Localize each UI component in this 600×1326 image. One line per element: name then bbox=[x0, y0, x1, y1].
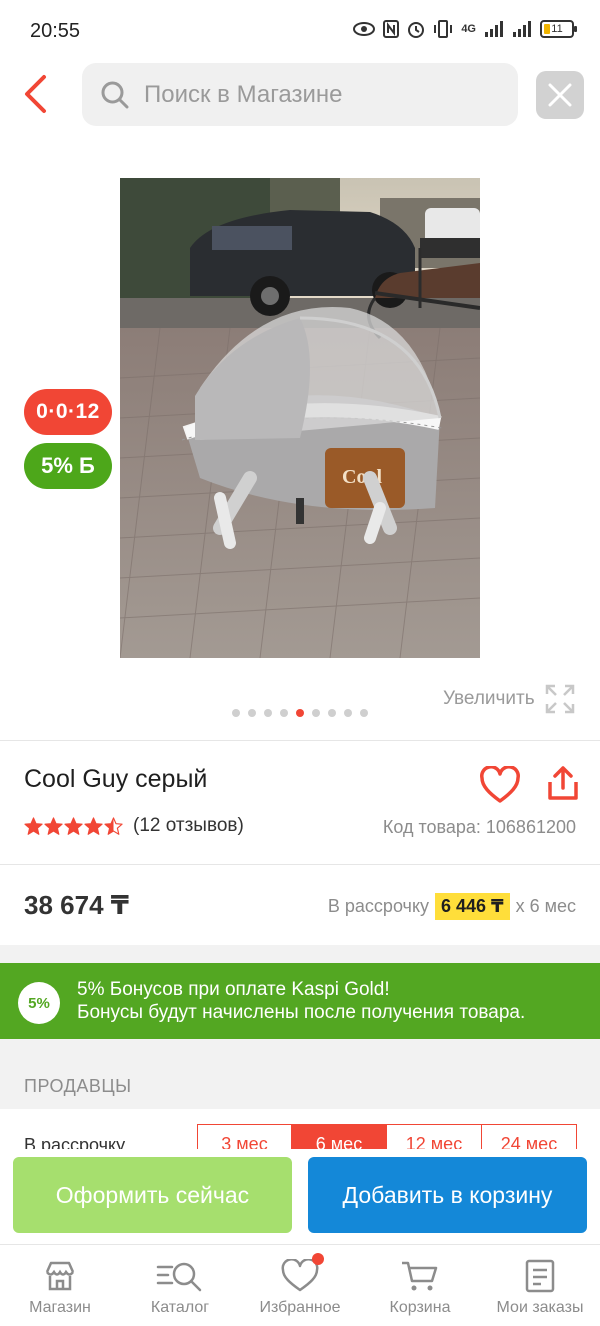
star-icon bbox=[64, 816, 83, 835]
reviews-link[interactable]: (12 отзывов) bbox=[133, 815, 244, 837]
product-page: 20:55 4G 11 Поиск в Магазине Cool 0·0·12… bbox=[0, 0, 600, 1326]
installment-tab[interactable]: 12 мес bbox=[387, 1124, 482, 1149]
orders-icon bbox=[525, 1259, 555, 1293]
bonus-badge: 5% Б bbox=[24, 443, 112, 489]
product-title: Cool Guy серый bbox=[24, 765, 208, 793]
shop-icon bbox=[45, 1261, 75, 1291]
bassinet-photo: Cool bbox=[120, 178, 480, 658]
buy-now-button[interactable]: Оформить сейчас bbox=[13, 1157, 292, 1233]
alarm-icon bbox=[408, 22, 425, 38]
pagination-dot[interactable] bbox=[328, 709, 336, 717]
installment-suffix: х 6 мес bbox=[515, 896, 576, 916]
bonus-banner: 5% 5% Бонусов при оплате Kaspi Gold! Бон… bbox=[0, 963, 600, 1039]
star-icon bbox=[24, 816, 43, 835]
star-icon bbox=[104, 816, 123, 835]
pagination-dot[interactable] bbox=[360, 709, 368, 717]
star-icon bbox=[44, 816, 63, 835]
signal-icon-2 bbox=[513, 21, 531, 37]
divider bbox=[0, 864, 600, 865]
nav-item-orders[interactable]: Мои заказы bbox=[480, 1245, 600, 1326]
search-input[interactable] bbox=[144, 80, 484, 109]
back-button[interactable] bbox=[18, 72, 58, 116]
installment-prefix: В рассрочку bbox=[327, 896, 430, 916]
status-time: 20:55 bbox=[30, 20, 81, 42]
pagination-dot[interactable] bbox=[280, 709, 288, 717]
action-bar: Оформить сейчас Добавить в корзину bbox=[0, 1150, 600, 1244]
installment-selector: В рассрочку 3 мес 6 мес 12 мес 24 мес bbox=[0, 1109, 600, 1149]
notification-dot bbox=[312, 1253, 324, 1265]
gallery-pagination[interactable] bbox=[232, 709, 368, 717]
installment-badge: 0·0·12 bbox=[24, 389, 112, 435]
battery-icon: 11 bbox=[540, 20, 577, 38]
search-icon bbox=[101, 81, 129, 108]
rating-stars bbox=[24, 816, 123, 836]
installment-tabs: 3 мес 6 мес 12 мес 24 мес bbox=[197, 1124, 577, 1149]
installment-tab[interactable]: 6 мес bbox=[292, 1124, 387, 1149]
nav-item-cart[interactable]: Корзина bbox=[360, 1245, 480, 1326]
eye-icon bbox=[353, 22, 376, 36]
network-type: 4G bbox=[461, 23, 476, 35]
sellers-header: ПРОДАВЦЫ bbox=[0, 1039, 600, 1109]
pagination-dot[interactable] bbox=[312, 709, 320, 717]
pagination-dot[interactable] bbox=[296, 709, 304, 717]
installment-amount: 6 446 ₸ bbox=[435, 893, 510, 920]
product-image[interactable]: Cool bbox=[120, 178, 480, 658]
nav-label: Каталог bbox=[150, 1299, 210, 1316]
vibrate-icon bbox=[434, 20, 453, 38]
nav-item-shop[interactable]: Магазин bbox=[0, 1245, 120, 1326]
favorite-button[interactable] bbox=[479, 765, 521, 809]
star-icon bbox=[84, 816, 103, 835]
share-button[interactable] bbox=[546, 764, 580, 807]
section-gap bbox=[0, 945, 600, 963]
pagination-dot[interactable] bbox=[264, 709, 272, 717]
pagination-dot[interactable] bbox=[344, 709, 352, 717]
close-button[interactable] bbox=[536, 71, 584, 119]
nav-label: Мои заказы bbox=[496, 1299, 584, 1316]
nav-item-favorites[interactable]: Избранное bbox=[240, 1245, 360, 1326]
nav-label: Избранное bbox=[259, 1299, 341, 1316]
status-bar: 20:55 4G 11 bbox=[0, 0, 600, 64]
pagination-dot[interactable] bbox=[232, 709, 240, 717]
price: 38 674 ₸ bbox=[24, 890, 129, 920]
add-to-cart-button[interactable]: Добавить в корзину bbox=[308, 1157, 587, 1233]
close-icon bbox=[548, 83, 572, 107]
nfc-icon bbox=[383, 20, 400, 38]
installment-tab[interactable]: 24 мес bbox=[482, 1124, 577, 1149]
pagination-dot[interactable] bbox=[248, 709, 256, 717]
status-icons: 4G 11 bbox=[353, 20, 577, 38]
expand-icon bbox=[545, 684, 574, 714]
bonus-line-1: 5% Бонусов при оплате Kaspi Gold! bbox=[77, 979, 390, 1000]
nav-label: Корзина bbox=[389, 1299, 451, 1316]
bonus-percent-badge: 5% bbox=[18, 982, 60, 1024]
bottom-nav: Магазин Каталог Избранное Корзина Мои за… bbox=[0, 1244, 600, 1326]
zoom-label: Увеличить bbox=[443, 688, 535, 709]
nav-label: Магазин bbox=[29, 1299, 91, 1316]
chevron-left-icon bbox=[25, 75, 46, 113]
heart-icon bbox=[480, 765, 520, 803]
installment-tab[interactable]: 3 мес bbox=[197, 1124, 292, 1149]
divider bbox=[0, 740, 600, 741]
cart-icon bbox=[402, 1261, 438, 1291]
product-code: Код товара: 106861200 bbox=[382, 817, 576, 837]
sellers-heading: ПРОДАВЦЫ bbox=[24, 1076, 132, 1096]
installment-label: В рассрочку bbox=[24, 1135, 126, 1149]
catalog-icon bbox=[156, 1262, 202, 1292]
installment-info: В рассрочку 6 446 ₸ х 6 мес bbox=[328, 893, 576, 920]
nav-item-catalog[interactable]: Каталог bbox=[120, 1245, 240, 1326]
rating-row[interactable]: (12 отзывов) bbox=[24, 815, 244, 837]
signal-icon bbox=[485, 21, 503, 37]
share-icon bbox=[548, 766, 578, 800]
zoom-button[interactable]: Увеличить bbox=[443, 684, 575, 714]
bonus-line-2: Бонусы будут начислены после получения т… bbox=[77, 1002, 526, 1023]
search-bar[interactable] bbox=[82, 63, 518, 126]
